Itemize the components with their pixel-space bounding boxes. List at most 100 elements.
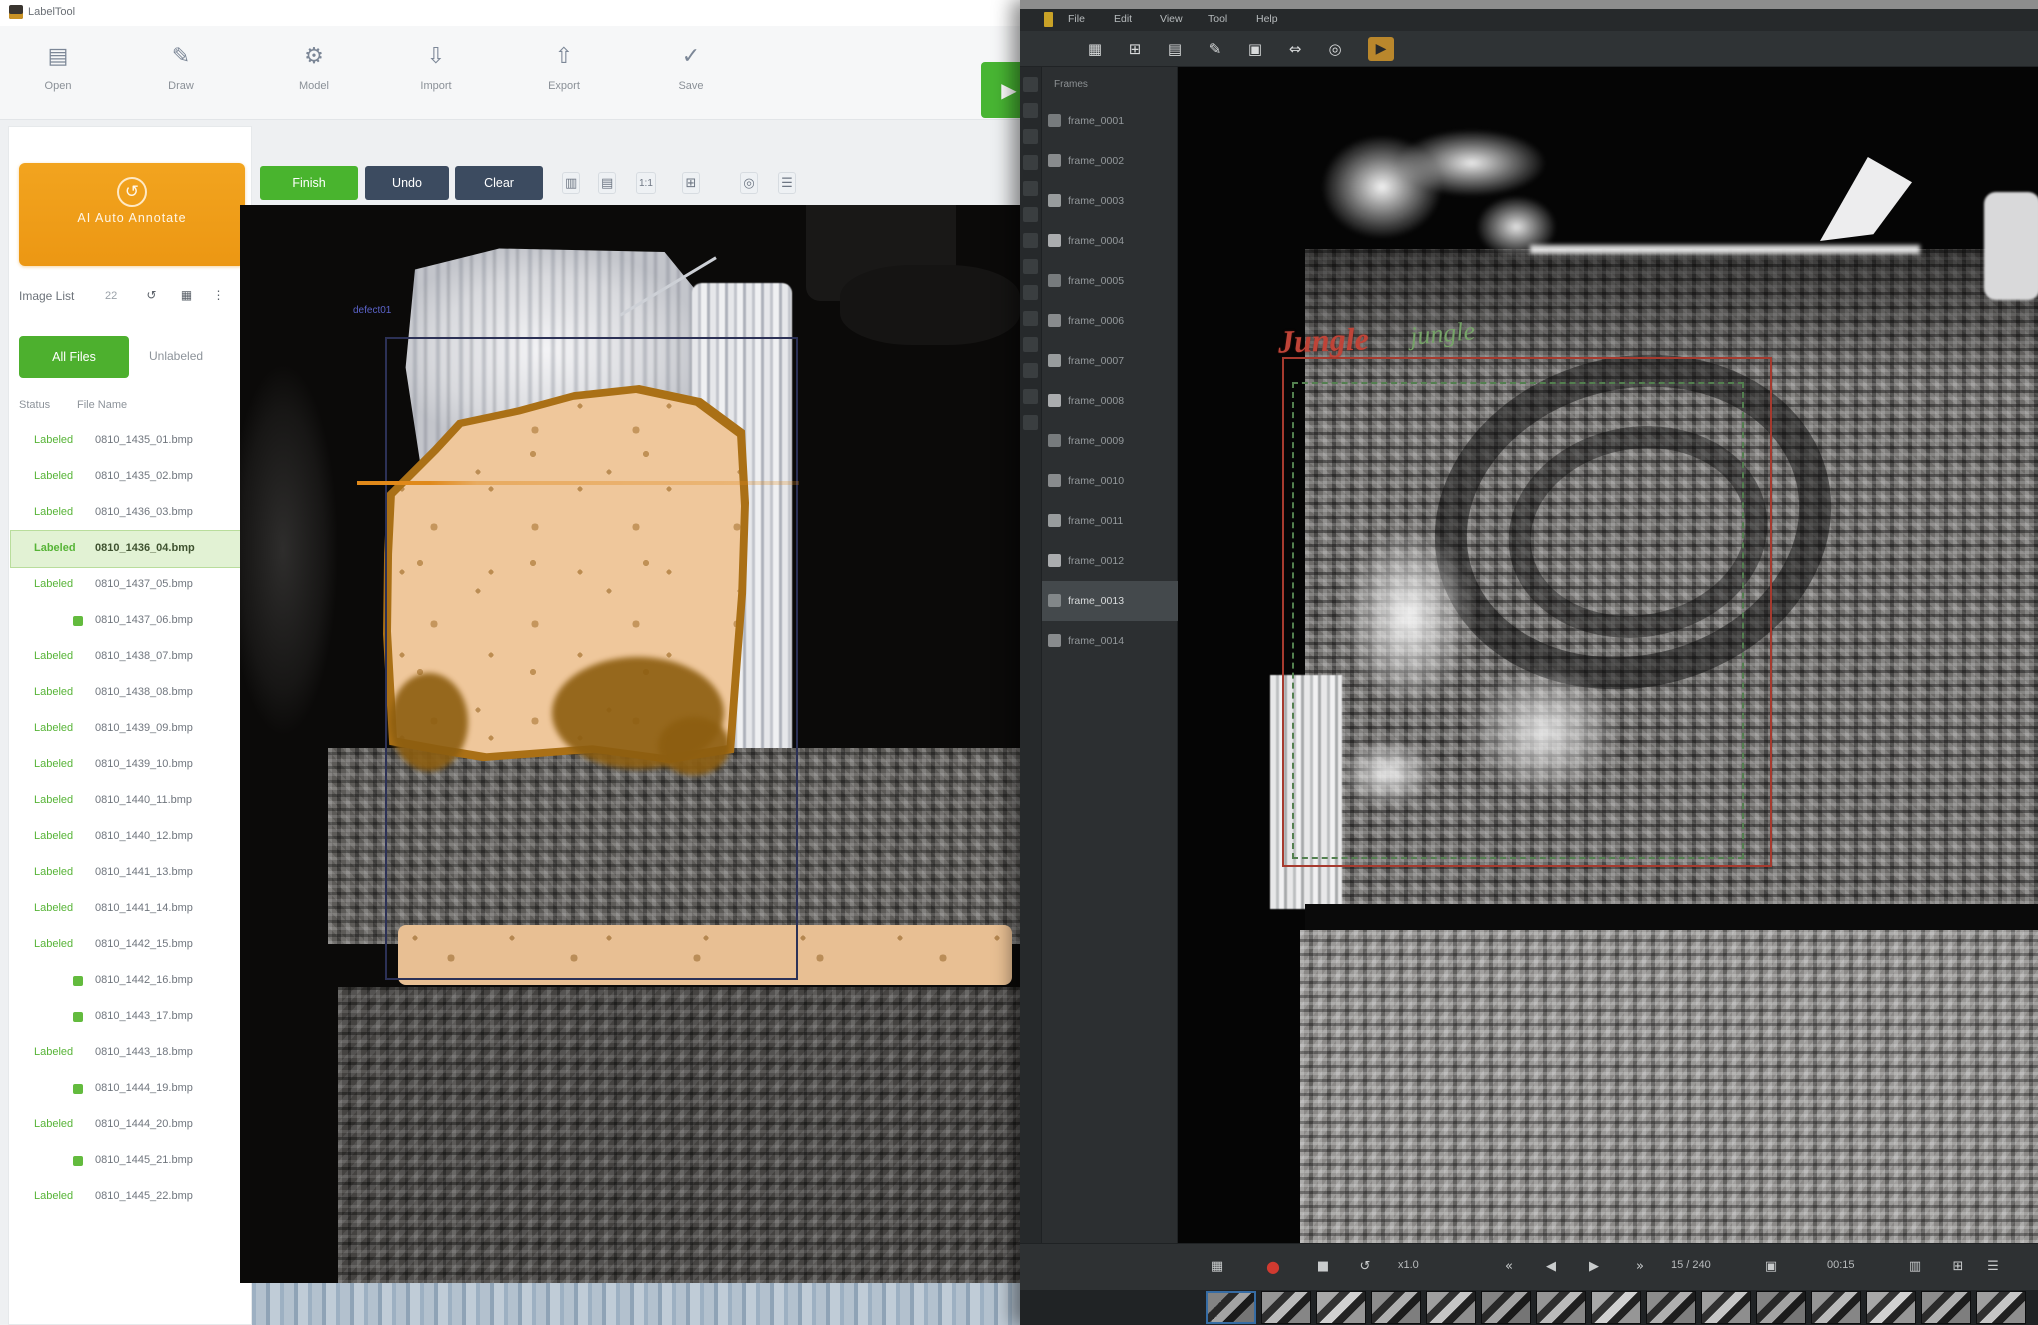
- add-frame-icon[interactable]: ⊞: [1124, 38, 1146, 60]
- rail-tool-icon[interactable]: [1023, 181, 1038, 196]
- measure-line-orange[interactable]: [357, 481, 799, 485]
- frame-list-item[interactable]: frame_0004: [1042, 221, 1178, 261]
- list-item[interactable]: Labeled0810_1441_14.bmp: [11, 891, 249, 927]
- frame-list-item[interactable]: frame_0006: [1042, 301, 1178, 341]
- filmstrip-thumbnail[interactable]: [1261, 1291, 1311, 1324]
- frame-list-item[interactable]: frame_0013: [1042, 581, 1178, 621]
- rail-tool-icon[interactable]: [1023, 259, 1038, 274]
- list-item[interactable]: Labeled0810_1437_05.bmp: [11, 567, 249, 603]
- filmstrip-thumbnail[interactable]: [1371, 1291, 1421, 1324]
- rail-tool-icon[interactable]: [1023, 311, 1038, 326]
- list-item[interactable]: Labeled0810_1442_15.bmp: [11, 927, 249, 963]
- layer-toggle-icon[interactable]: ▥: [562, 172, 580, 194]
- list-item[interactable]: 0810_1442_16.bmp: [11, 963, 249, 999]
- list-item[interactable]: 0810_1443_17.bmp: [11, 999, 249, 1035]
- fit-view-icon[interactable]: ⊞: [682, 172, 700, 194]
- list-item[interactable]: Labeled0810_1443_18.bmp: [11, 1035, 249, 1071]
- frame-list-item[interactable]: frame_0014: [1042, 621, 1178, 661]
- next-frame-icon[interactable]: ▶: [1583, 1256, 1605, 1278]
- bounding-box-green-dashed[interactable]: [1292, 382, 1744, 859]
- list-item[interactable]: Labeled0810_1440_11.bmp: [11, 783, 249, 819]
- filmstrip-thumbnail[interactable]: [1206, 1291, 1256, 1324]
- frame-list-item[interactable]: frame_0003: [1042, 181, 1178, 221]
- list-item[interactable]: Labeled0810_1438_08.bmp: [11, 675, 249, 711]
- list-item[interactable]: Labeled0810_1439_09.bmp: [11, 711, 249, 747]
- undo-annotation-button[interactable]: Undo: [365, 166, 449, 200]
- list-item[interactable]: 0810_1445_21.bmp: [11, 1143, 249, 1179]
- list-item[interactable]: Labeled0810_1440_12.bmp: [11, 819, 249, 855]
- bounding-box-blue[interactable]: [385, 337, 798, 980]
- list-item[interactable]: Labeled0810_1438_07.bmp: [11, 639, 249, 675]
- more-options-icon[interactable]: ⋮: [210, 287, 227, 304]
- list-item[interactable]: 0810_1437_06.bmp: [11, 603, 249, 639]
- prev-frame-icon[interactable]: ◀: [1540, 1256, 1562, 1278]
- fullscreen-icon[interactable]: ⊞: [1947, 1256, 1969, 1278]
- toolbar-button-import[interactable]: ⇩Import: [392, 42, 480, 108]
- frame-list-item[interactable]: frame_0012: [1042, 541, 1178, 581]
- rail-tool-icon[interactable]: [1023, 155, 1038, 170]
- frame-list-item[interactable]: frame_0009: [1042, 421, 1178, 461]
- left-thumbnail-strip[interactable]: [252, 1283, 1020, 1325]
- finish-annotation-button[interactable]: Finish: [260, 166, 358, 200]
- last-frame-icon[interactable]: »: [1629, 1256, 1651, 1278]
- list-panel-icon[interactable]: ▤: [1164, 38, 1186, 60]
- toolbar-button-save[interactable]: ✓Save: [647, 42, 735, 108]
- snapshot-icon[interactable]: ▦: [1206, 1256, 1228, 1278]
- magnifier-icon[interactable]: ◎: [740, 172, 758, 194]
- frame-list-item[interactable]: frame_0010: [1042, 461, 1178, 501]
- marker-icon[interactable]: ▣: [1760, 1256, 1782, 1278]
- settings-icon[interactable]: ☰: [1982, 1256, 2004, 1278]
- toolbar-button-export[interactable]: ⇧Export: [520, 42, 608, 108]
- filmstrip-thumbnail[interactable]: [1811, 1291, 1861, 1324]
- menu-edit[interactable]: Edit: [1114, 13, 1132, 25]
- list-item[interactable]: Labeled0810_1435_02.bmp: [11, 459, 249, 495]
- rail-tool-icon[interactable]: [1023, 233, 1038, 248]
- draw-box-icon[interactable]: ✎: [1204, 38, 1226, 60]
- frame-list-item[interactable]: frame_0005: [1042, 261, 1178, 301]
- grid-view-icon[interactable]: ▦: [178, 287, 195, 304]
- rail-tool-icon[interactable]: [1023, 337, 1038, 352]
- list-item[interactable]: Labeled0810_1436_03.bmp: [11, 495, 249, 531]
- zoom-ratio-chip[interactable]: 1:1: [636, 172, 656, 194]
- frame-list-item[interactable]: frame_0001: [1042, 101, 1178, 141]
- rail-tool-icon[interactable]: [1023, 285, 1038, 300]
- active-tool-button[interactable]: ▶: [1368, 37, 1394, 61]
- filmstrip-thumbnail[interactable]: [1976, 1291, 2026, 1324]
- menu-file[interactable]: File: [1068, 13, 1085, 25]
- menu-help[interactable]: Help: [1256, 13, 1278, 25]
- rail-tool-icon[interactable]: [1023, 129, 1038, 144]
- filmstrip-thumbnail[interactable]: [1481, 1291, 1531, 1324]
- settings-list-icon[interactable]: ☰: [778, 172, 796, 194]
- clear-annotation-button[interactable]: Clear: [455, 166, 543, 200]
- loop-icon[interactable]: ↺: [1354, 1256, 1376, 1278]
- select-box-icon[interactable]: ▣: [1244, 38, 1266, 60]
- grid-overlay-icon[interactable]: ▥: [1904, 1256, 1926, 1278]
- frame-list-item[interactable]: frame_0011: [1042, 501, 1178, 541]
- toolbar-button-draw[interactable]: ✎Draw: [137, 42, 225, 108]
- frame-list-item[interactable]: frame_0007: [1042, 341, 1178, 381]
- rail-tool-icon[interactable]: [1023, 363, 1038, 378]
- left-annotation-canvas[interactable]: defect01: [240, 205, 1040, 1283]
- list-item[interactable]: Labeled0810_1435_01.bmp: [11, 423, 249, 459]
- mask-toggle-icon[interactable]: ▤: [598, 172, 616, 194]
- filmstrip-thumbnail[interactable]: [1866, 1291, 1916, 1324]
- zoom-tool-icon[interactable]: ◎: [1324, 38, 1346, 60]
- filmstrip-thumbnail[interactable]: [1646, 1291, 1696, 1324]
- list-item[interactable]: Labeled0810_1445_22.bmp: [11, 1179, 249, 1215]
- stop-icon[interactable]: ■: [1312, 1256, 1334, 1278]
- record-icon[interactable]: ●: [1262, 1256, 1284, 1278]
- menu-tool[interactable]: Tool: [1208, 13, 1227, 25]
- filmstrip-thumbnail[interactable]: [1756, 1291, 1806, 1324]
- filmstrip-thumbnail[interactable]: [1921, 1291, 1971, 1324]
- filmstrip-thumbnail[interactable]: [1701, 1291, 1751, 1324]
- right-annotation-canvas[interactable]: Jungle jungle: [1178, 67, 2038, 1243]
- first-frame-icon[interactable]: «: [1498, 1256, 1520, 1278]
- frame-list-item[interactable]: frame_0002: [1042, 141, 1178, 181]
- filmstrip-thumbnail[interactable]: [1591, 1291, 1641, 1324]
- pan-tool-icon[interactable]: ⇔: [1284, 38, 1306, 60]
- list-item[interactable]: 0810_1444_19.bmp: [11, 1071, 249, 1107]
- list-item[interactable]: Labeled0810_1436_04.bmp: [11, 531, 249, 567]
- open-folder-icon[interactable]: ▦: [1084, 38, 1106, 60]
- list-item[interactable]: Labeled0810_1439_10.bmp: [11, 747, 249, 783]
- ai-auto-annotate-button[interactable]: ↺ AI Auto Annotate: [19, 163, 245, 266]
